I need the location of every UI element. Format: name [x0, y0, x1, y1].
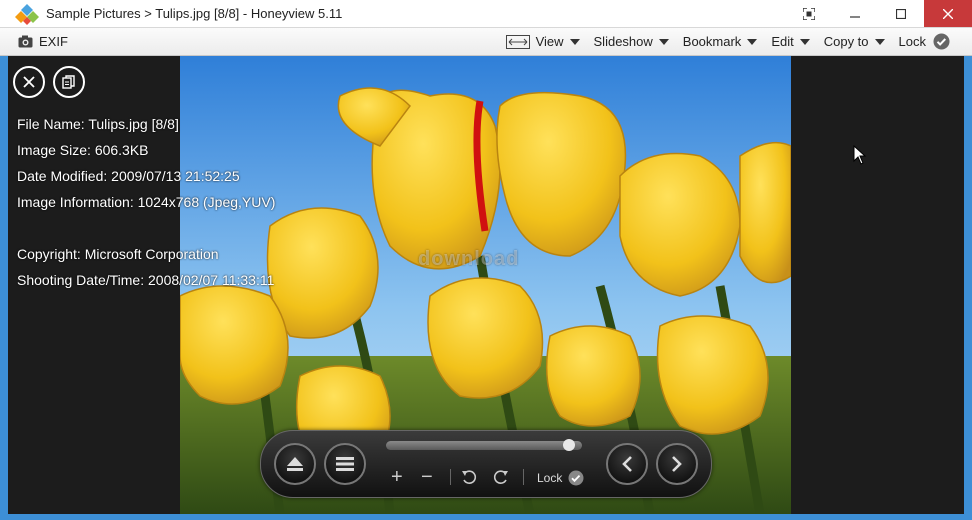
maximize-button[interactable] [878, 0, 924, 27]
previous-image-button[interactable] [606, 443, 648, 485]
toolbar: EXIF View Slideshow Bookmark Edit Copy t… [0, 28, 972, 56]
menu-lock-label: Lock [898, 34, 926, 49]
rotate-left-icon [462, 470, 477, 484]
minimize-icon [850, 15, 860, 18]
honeyview-diamond-icon [15, 3, 39, 25]
info-file-name: File Name: Tulips.jpg [8/8] [17, 116, 179, 132]
fullscreen-button[interactable] [786, 0, 832, 27]
maximize-icon [896, 8, 906, 19]
check-circle-icon [933, 33, 950, 50]
menu-view[interactable]: View [505, 34, 580, 49]
menu-copy-to-label: Copy to [823, 34, 869, 49]
rotate-right-button[interactable] [493, 469, 509, 489]
info-copyright: Copyright: Microsoft Corporation [17, 246, 219, 262]
menu-slideshow[interactable]: Slideshow [594, 34, 669, 49]
rotate-left-button[interactable] [461, 469, 477, 489]
mouse-cursor-icon [853, 145, 867, 165]
menu-bookmark[interactable]: Bookmark [683, 34, 758, 49]
zoom-out-icon[interactable]: − [421, 467, 433, 487]
zoom-in-icon[interactable]: + [391, 467, 403, 487]
exif-label: EXIF [39, 34, 68, 49]
rotate-right-icon [493, 470, 508, 484]
watermark: download [418, 248, 520, 270]
minimize-button[interactable] [832, 0, 878, 27]
eject-icon [287, 457, 303, 471]
control-lock-label: Lock [537, 471, 563, 485]
info-image-size: Image Size: 606.3KB [17, 142, 149, 158]
chevron-down-icon [799, 38, 810, 45]
info-shooting-date: Shooting Date/Time: 2008/02/07 11:33:11 [17, 272, 275, 288]
menu-lock[interactable]: Lock [899, 33, 950, 50]
close-window-button[interactable] [924, 0, 972, 27]
info-date-modified: Date Modified: 2009/07/13 21:52:25 [17, 168, 240, 184]
menu-button[interactable] [324, 443, 366, 485]
chevron-down-icon [658, 38, 669, 45]
menu-view-label: View [535, 34, 564, 49]
exif-button[interactable]: EXIF [18, 34, 68, 49]
menu-bookmark-label: Bookmark [682, 34, 742, 49]
chevron-down-icon [747, 38, 758, 45]
control-lock-toggle[interactable]: Lock [537, 470, 584, 486]
chevron-right-icon [672, 456, 682, 472]
fullscreen-icon [803, 7, 815, 20]
next-image-button[interactable] [656, 443, 698, 485]
chevron-down-icon [874, 38, 885, 45]
menu-copy-to[interactable]: Copy to [824, 34, 885, 49]
divider [450, 469, 451, 485]
image-position-slider[interactable] [386, 441, 582, 450]
copy-document-icon [62, 75, 75, 89]
menu-slideshow-label: Slideshow [593, 34, 653, 49]
title-bar: Sample Pictures > Tulips.jpg [8/8] - Hon… [0, 0, 972, 28]
exif-info-panel: File Name: Tulips.jpg [8/8] Image Size: … [17, 111, 275, 293]
camera-icon [18, 35, 33, 48]
check-circle-icon [568, 470, 584, 486]
hamburger-menu-icon [336, 457, 354, 471]
chevron-left-icon [622, 456, 632, 472]
fit-view-icon [505, 34, 530, 49]
image-viewer[interactable]: File Name: Tulips.jpg [8/8] Image Size: … [8, 56, 964, 514]
menu-edit-label: Edit [771, 34, 794, 49]
eject-button[interactable] [274, 443, 316, 485]
window-title: Sample Pictures > Tulips.jpg [8/8] - Hon… [46, 6, 343, 21]
close-info-button[interactable] [13, 66, 45, 98]
navigation-control-bar: + − Lock [260, 430, 712, 498]
slider-knob[interactable] [562, 439, 575, 451]
close-icon [943, 8, 953, 19]
chevron-down-icon [569, 38, 580, 45]
divider [523, 469, 524, 485]
close-icon [23, 76, 35, 88]
copy-info-button[interactable] [53, 66, 85, 98]
menu-edit[interactable]: Edit [771, 34, 810, 49]
info-image-information: Image Information: 1024x768 (Jpeg,YUV) [17, 194, 276, 210]
